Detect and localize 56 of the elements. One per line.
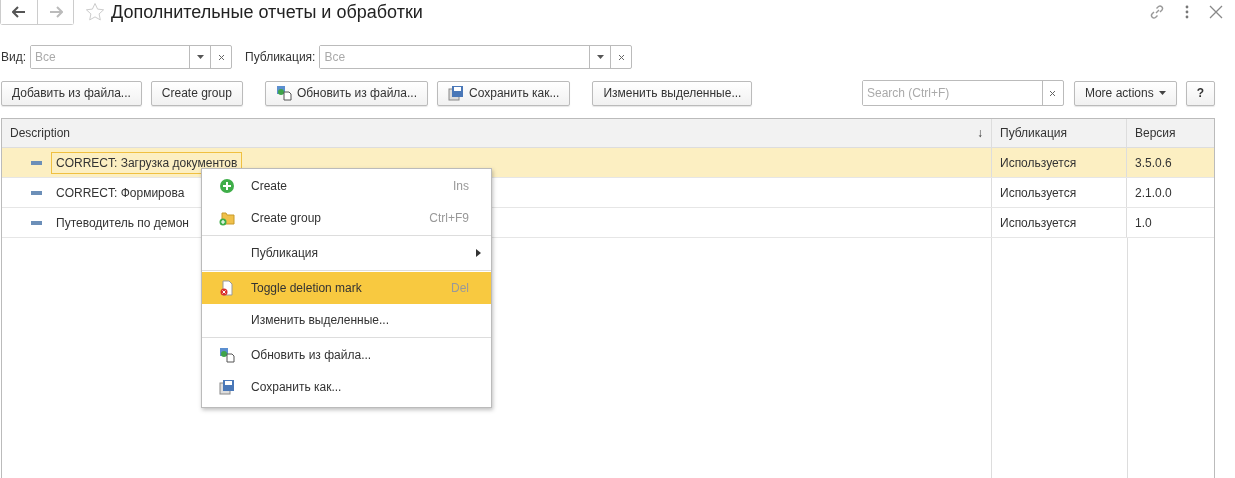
arrow-left-icon — [12, 5, 26, 18]
help-button[interactable]: ? — [1185, 80, 1215, 106]
toolbar-button[interactable]: Сохранить как... — [437, 80, 571, 106]
table-cell-text: Путеводитель по демон — [55, 214, 190, 232]
column-header[interactable]: Description — [10, 126, 71, 140]
filter-combo[interactable]: Все — [30, 45, 233, 69]
table-cell: Используется — [1000, 215, 1077, 230]
sort-indicator[interactable]: ↓ — [977, 126, 983, 140]
menu-item[interactable]: Публикация — [202, 237, 491, 269]
update-icon — [275, 85, 292, 101]
clear-icon[interactable] — [217, 53, 225, 61]
shortcut-label: Ctrl+F9 — [429, 211, 469, 225]
dropdown-icon[interactable] — [596, 55, 604, 59]
clear-icon[interactable] — [1049, 89, 1057, 97]
table-row[interactable]: CORRECT: Загрузка документов Используется 3.5.0.6 — [2, 148, 1214, 178]
shortcut-label: Ins — [453, 179, 469, 193]
menu-item[interactable]: Toggle deletion mark Del — [202, 272, 491, 304]
item-icon — [31, 220, 42, 225]
arrow-right-icon — [48, 5, 63, 18]
table-cell: 2.1.0.0 — [1135, 185, 1172, 200]
folder-add-icon — [219, 210, 235, 226]
update-icon — [219, 347, 235, 363]
menu-item[interactable]: Изменить выделенные... — [202, 304, 491, 336]
toolbar-button[interactable]: Добавить из файла... — [1, 80, 142, 106]
floppy-disk-icon — [219, 379, 235, 395]
dropdown-icon[interactable] — [196, 55, 204, 59]
column-header[interactable]: Версия — [1135, 126, 1176, 140]
table-cell: Используется — [1000, 155, 1077, 170]
table-cell: 1.0 — [1135, 215, 1152, 230]
window-title: Дополнительные отчеты и обработки — [111, 1, 423, 23]
table-cell-text: CORRECT: Формирова — [55, 184, 186, 202]
more-icon[interactable] — [1185, 5, 1189, 19]
floppy-disk-icon — [448, 85, 465, 101]
toolbar-button[interactable]: Create group — [150, 80, 243, 106]
column-header[interactable]: Публикация — [1000, 126, 1068, 140]
item-icon — [31, 160, 42, 165]
clear-icon[interactable] — [617, 53, 625, 61]
item-icon — [31, 190, 42, 195]
toolbar-button[interactable]: Обновить из файла... — [264, 80, 429, 106]
star-icon[interactable] — [85, 2, 105, 22]
shortcut-label: Del — [451, 281, 469, 295]
search-box[interactable]: Search (Ctrl+F) — [861, 80, 1064, 106]
filter-combo[interactable]: Все — [319, 45, 633, 69]
table-cell: 3.5.0.6 — [1135, 155, 1172, 170]
filter-label: Публикация: — [245, 50, 316, 64]
menu-item[interactable]: Обновить из файла... — [202, 339, 491, 371]
toolbar-button[interactable]: Изменить выделенные... — [592, 80, 753, 106]
menu-item[interactable]: Сохранить как... — [202, 371, 491, 403]
table-cell: Используется — [1000, 185, 1077, 200]
filter-label: Вид: — [1, 50, 27, 64]
link-icon[interactable] — [1149, 4, 1165, 20]
document-delete-icon — [219, 280, 235, 296]
more-actions-button[interactable]: More actions — [1073, 80, 1177, 106]
plus-icon — [219, 178, 235, 194]
caret-icon — [1158, 91, 1166, 95]
close-icon[interactable] — [1209, 5, 1223, 19]
